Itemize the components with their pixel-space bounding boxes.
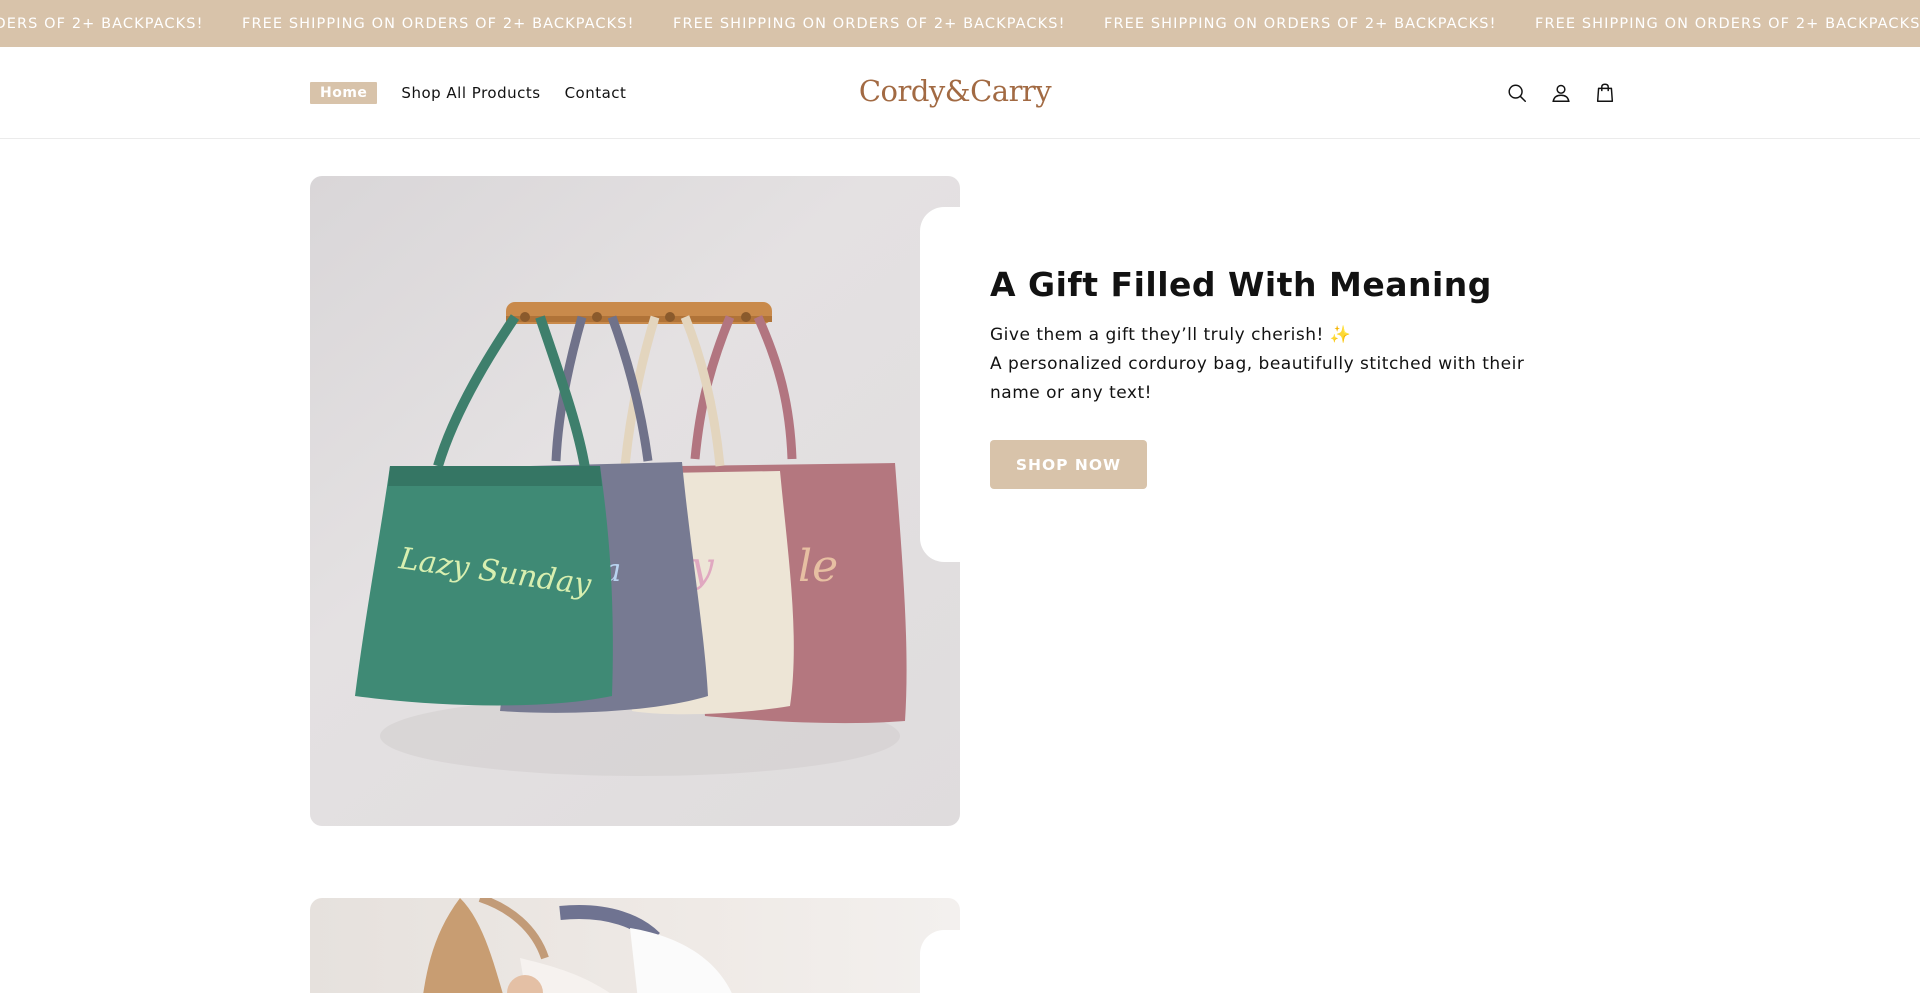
second-feature-image bbox=[310, 898, 960, 993]
brand-logo[interactable]: Cordy&Carry bbox=[859, 69, 1052, 113]
tote-bags-illustration: le y la Lazy Sunday bbox=[355, 302, 907, 776]
announcement-track: FREE SHIPPING ON ORDERS OF 2+ BACKPACKS!… bbox=[0, 0, 1920, 47]
feature-headline: A Gift Filled With Meaning bbox=[990, 265, 1492, 304]
feature-line-1: Give them a gift they’ll truly cherish! … bbox=[990, 325, 1352, 345]
cart-icon[interactable] bbox=[1583, 71, 1627, 115]
announcement-text: FREE SHIPPING ON ORDERS OF 2+ BACKPACKS! bbox=[0, 15, 204, 32]
nav-shop-all-products[interactable]: Shop All Products bbox=[401, 84, 540, 102]
feature-line-2: A personalized corduroy bag, beautifully… bbox=[990, 354, 1525, 403]
bag-text-pink: le bbox=[798, 541, 838, 592]
model-photo-illustration bbox=[423, 898, 732, 993]
image-notch bbox=[920, 207, 970, 562]
image-notch-2 bbox=[920, 930, 970, 993]
feature-image: le y la Lazy Sunday bbox=[310, 176, 960, 826]
search-icon[interactable] bbox=[1495, 71, 1539, 115]
nav-home[interactable]: Home bbox=[310, 82, 378, 104]
main-nav: Home Shop All Products Contact bbox=[310, 47, 650, 139]
announcement-text: FREE SHIPPING ON ORDERS OF 2+ BACKPACKS! bbox=[1104, 15, 1497, 32]
shop-now-button[interactable]: SHOP NOW bbox=[990, 440, 1147, 489]
announcement-text: FREE SHIPPING ON ORDERS OF 2+ BACKPACKS! bbox=[673, 15, 1066, 32]
nav-contact[interactable]: Contact bbox=[565, 84, 627, 102]
announcement-text: FREE SHIPPING ON ORDERS OF 2+ BACKPACKS! bbox=[242, 15, 635, 32]
announcement-bar: FREE SHIPPING ON ORDERS OF 2+ BACKPACKS!… bbox=[0, 0, 1920, 47]
feature-description: Give them a gift they’ll truly cherish! … bbox=[990, 321, 1550, 408]
site-header: Home Shop All Products Contact Cordy&Car… bbox=[0, 47, 1920, 139]
header-icons bbox=[1495, 47, 1627, 139]
feature-copy: A Gift Filled With Meaning Give them a g… bbox=[990, 263, 1550, 489]
announcement-text: FREE SHIPPING ON ORDERS OF 2+ BACKPACKS! bbox=[1535, 15, 1920, 32]
account-icon[interactable] bbox=[1539, 71, 1583, 115]
